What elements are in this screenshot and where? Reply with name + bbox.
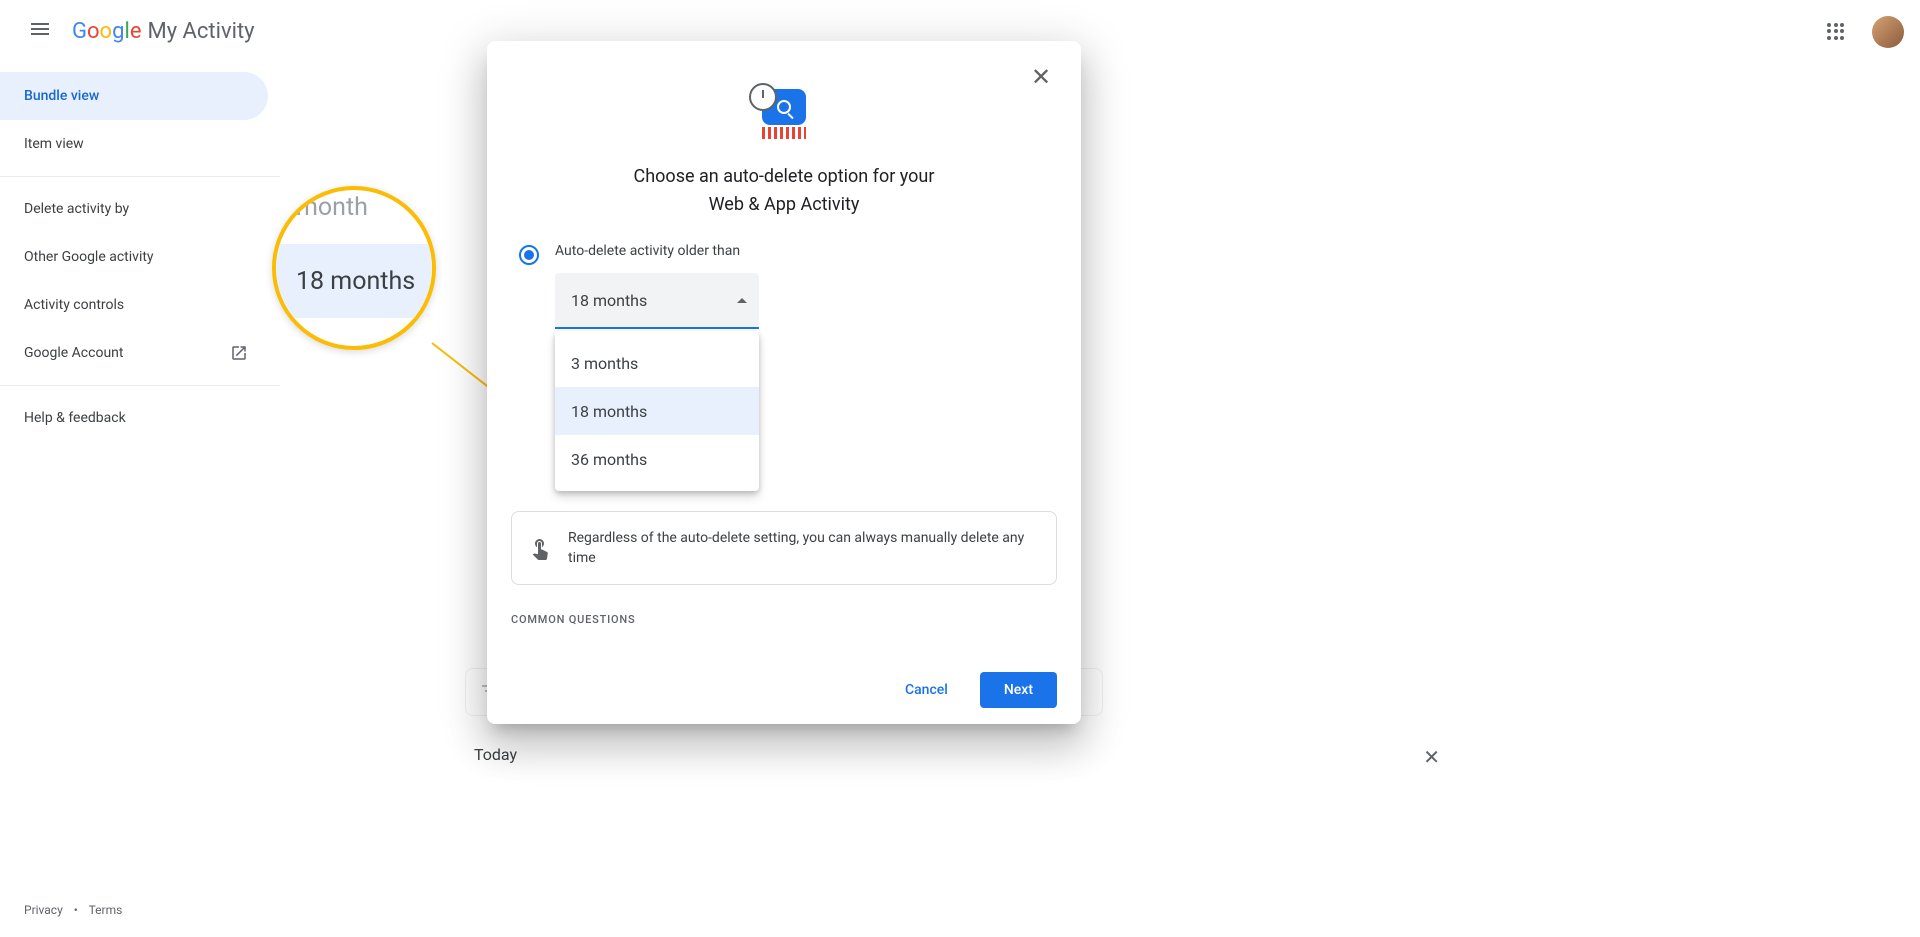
magnifier-callout: month 18 months 6 month xyxy=(272,186,436,350)
today-heading: Today xyxy=(474,745,517,764)
duration-dropdown: 3 months 18 months 36 months xyxy=(555,331,759,491)
button-label: Next xyxy=(1004,682,1033,698)
privacy-link[interactable]: Privacy xyxy=(24,903,63,917)
logo-area: Google My Activity xyxy=(72,19,255,44)
dropdown-option-36-months[interactable]: 36 months xyxy=(555,435,759,483)
magnifier-row: month xyxy=(276,186,432,244)
nav-other-google-activity[interactable]: Other Google activity xyxy=(0,233,268,281)
nav-google-account[interactable]: Google Account xyxy=(0,329,268,377)
dialog-title: Choose an auto-delete option for your We… xyxy=(511,163,1057,219)
nav-label: Activity controls xyxy=(24,297,124,313)
header-right xyxy=(1816,12,1904,52)
app-title: My Activity xyxy=(147,19,254,44)
google-apps-button[interactable] xyxy=(1816,12,1856,52)
nav-delete-activity-by[interactable]: Delete activity by xyxy=(0,185,268,233)
nav-label: Delete activity by xyxy=(24,201,129,217)
terms-link[interactable]: Terms xyxy=(89,903,123,917)
dialog-title-line: Choose an auto-delete option for your xyxy=(511,163,1057,191)
radio-label: Auto-delete activity older than xyxy=(555,243,740,259)
dismiss-today-button[interactable]: ✕ xyxy=(1423,745,1440,769)
chevron-up-icon xyxy=(737,298,747,303)
clock-icon xyxy=(749,83,777,111)
auto-delete-illustration xyxy=(755,89,813,147)
option-label: 36 months xyxy=(571,450,647,469)
faq-whats-web-app-activity[interactable]: What's Web & App Activity? xyxy=(511,642,1057,656)
magnifier-row: 6 month xyxy=(276,318,432,350)
auto-delete-dialog: ✕ Choose an auto-delete option for your … xyxy=(487,41,1081,724)
duration-select: 18 months 3 months 18 months 36 months xyxy=(555,273,759,329)
option-label: 3 months xyxy=(571,354,638,373)
duration-select-field[interactable]: 18 months xyxy=(555,273,759,329)
nav-label: Help & feedback xyxy=(24,410,126,426)
sidebar-footer: Privacy • Terms xyxy=(24,903,122,917)
radio-auto-delete[interactable]: Auto-delete activity older than xyxy=(511,243,1057,265)
nav-item-view[interactable]: Item view xyxy=(0,120,268,168)
dot-separator: • xyxy=(74,903,78,917)
hamburger-icon xyxy=(28,20,52,44)
touch-icon xyxy=(528,536,552,560)
nav-bundle-view[interactable]: Bundle view xyxy=(0,72,268,120)
main-menu-button[interactable] xyxy=(16,8,64,56)
dialog-title-line: Web & App Activity xyxy=(511,191,1057,219)
nav-divider xyxy=(0,385,280,386)
account-avatar[interactable] xyxy=(1872,16,1904,48)
radio-input[interactable] xyxy=(519,245,539,265)
sidebar: Bundle view Item view Delete activity by… xyxy=(0,64,280,937)
dialog-actions: Cancel Next xyxy=(487,656,1081,724)
nav-activity-controls[interactable]: Activity controls xyxy=(0,281,268,329)
nav-label: Bundle view xyxy=(24,88,99,104)
google-logo: Google xyxy=(72,19,141,44)
dialog-content: Choose an auto-delete option for your We… xyxy=(487,41,1081,656)
next-button[interactable]: Next xyxy=(980,672,1057,708)
nav-label: Item view xyxy=(24,136,84,152)
nav-label: Google Account xyxy=(24,345,123,361)
cancel-button[interactable]: Cancel xyxy=(881,672,972,708)
external-link-icon xyxy=(230,344,248,362)
nav-help-feedback[interactable]: Help & feedback xyxy=(0,394,268,442)
magnifier-row-selected: 18 months xyxy=(276,244,432,318)
select-value: 18 months xyxy=(571,291,647,310)
dropdown-option-18-months[interactable]: 18 months xyxy=(555,387,759,435)
shred-icon xyxy=(762,127,806,139)
nav-label: Other Google activity xyxy=(24,249,154,265)
info-note: Regardless of the auto-delete setting, y… xyxy=(511,511,1057,585)
note-text: Regardless of the auto-delete setting, y… xyxy=(568,528,1040,568)
common-questions-heading: COMMON QUESTIONS xyxy=(511,613,1057,626)
button-label: Cancel xyxy=(905,682,948,698)
apps-grid-icon xyxy=(1827,23,1845,41)
dropdown-option-3-months[interactable]: 3 months xyxy=(555,339,759,387)
nav-divider xyxy=(0,176,280,177)
option-label: 18 months xyxy=(571,402,647,421)
